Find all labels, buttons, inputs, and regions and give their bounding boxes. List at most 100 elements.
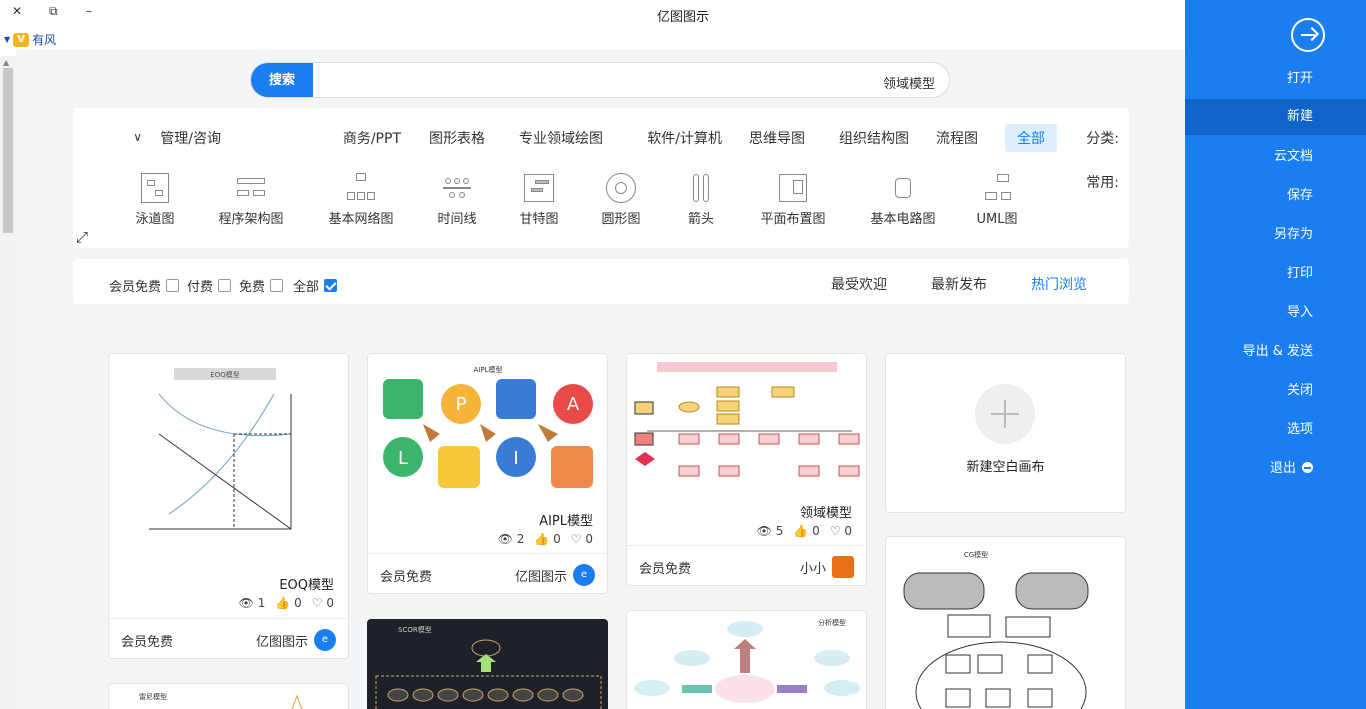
app-window: 亿图图示 ✕ ⧉ – ▼ V 有风 ▲ 搜索 领域模型 分类: 全部 流程图 组…	[0, 0, 1366, 709]
close-icon[interactable]: ✕	[12, 4, 22, 18]
category-business-ppt[interactable]: 商务/PPT	[343, 128, 401, 148]
exit-icon	[1302, 462, 1313, 473]
common-item-circle[interactable]: 圆形图	[581, 172, 661, 227]
eye-icon: 👁	[756, 524, 772, 538]
window-title: 亿图图示	[656, 10, 709, 25]
sidebar-item-open[interactable]: 打开	[1185, 61, 1366, 97]
template-thumbnail: AIPL模型 A P I L	[368, 354, 607, 504]
chevron-down-icon[interactable]: ∨	[133, 130, 142, 144]
sidebar-item-cloud[interactable]: 云文档	[1185, 139, 1366, 175]
favs-stat[interactable]: ♡ 0	[312, 596, 334, 610]
card-footer: 会员免费 小小	[627, 545, 866, 585]
sidebar-item-options[interactable]: 选项	[1185, 412, 1366, 448]
checkbox-icon[interactable]	[218, 279, 232, 292]
checkbox-checked-icon[interactable]	[324, 279, 338, 292]
filter-paid[interactable]: 付费	[187, 276, 232, 295]
template-card[interactable]: 领域模型 👁 5 👍 0 ♡ 0 会员免费 小小	[626, 353, 867, 586]
sidebar-item-import[interactable]: 导入	[1185, 295, 1366, 331]
template-card[interactable]: CG模型	[885, 536, 1126, 709]
category-all[interactable]: 全部	[1005, 124, 1057, 152]
sidebar-item-label: 退出	[1269, 461, 1296, 476]
circuit-icon	[887, 172, 919, 204]
sidebar-item-print[interactable]: 打印	[1185, 256, 1366, 292]
likes-stat[interactable]: 👍 0	[534, 532, 560, 546]
svg-text:雷尼模型: 雷尼模型	[139, 692, 167, 701]
vertical-scrollbar[interactable]: ▲	[0, 56, 16, 709]
category-software[interactable]: 软件/计算机	[647, 128, 722, 148]
sidebar-item-close[interactable]: 关闭	[1185, 373, 1366, 409]
tab-popular[interactable]: 最受欢迎	[831, 274, 887, 294]
scrollbar-thumb[interactable]	[3, 68, 13, 233]
tab-latest[interactable]: 最新发布	[931, 274, 987, 294]
restore-icon[interactable]: ⧉	[49, 4, 58, 19]
checkbox-icon[interactable]	[166, 279, 180, 292]
sidebar-item-save[interactable]: 保存	[1185, 178, 1366, 214]
likes-stat[interactable]: 👍 0	[793, 524, 819, 538]
minimize-icon[interactable]: –	[86, 4, 92, 18]
card-footer: 会员免费 亿图图示 e	[368, 553, 607, 593]
tab-hot[interactable]: 热门浏览	[1031, 274, 1087, 294]
checkbox-icon[interactable]	[270, 279, 284, 292]
svg-text:A: A	[567, 394, 580, 415]
common-item-floorplan[interactable]: 平面布置图	[753, 172, 833, 227]
author[interactable]: 小小	[800, 556, 854, 578]
filter-member-free[interactable]: 会员免费	[109, 276, 180, 295]
template-title: 领域模型	[799, 506, 852, 521]
common-item-swimlane[interactable]: 泳道图	[115, 172, 195, 227]
search-bar: 搜索 领域模型	[250, 62, 950, 98]
category-management[interactable]: 管理/咨询	[160, 128, 221, 148]
category-mind-map[interactable]: 思维导图	[749, 128, 805, 148]
template-card[interactable]: AIPL模型 A P I L AIPL模型 👁 2 👍 0 ♡ 0 会员免费 亿…	[367, 353, 608, 594]
search-input[interactable]: 领域模型	[883, 73, 935, 92]
thumbs-up-icon: 👍	[275, 596, 291, 610]
sidebar-item-export[interactable]: 导出 & 发送	[1185, 334, 1366, 370]
common-item-label: 平面布置图	[760, 212, 826, 227]
swimlane-icon	[139, 172, 171, 204]
category-graphic-tables[interactable]: 图形表格	[429, 128, 485, 148]
expand-icon[interactable]: ⤢	[76, 228, 88, 246]
new-canvas-card[interactable]: 新建空白画布	[885, 353, 1126, 513]
sidebar-item-save-as[interactable]: 另存为	[1185, 217, 1366, 253]
common-item-label: 甘特图	[519, 212, 559, 227]
template-card[interactable]: SCOR模型	[367, 619, 608, 709]
heart-icon: ♡	[829, 524, 841, 538]
sidebar-item-exit[interactable]: 退出	[1185, 451, 1366, 487]
back-arrow-icon[interactable]	[1291, 18, 1325, 52]
svg-text:P: P	[456, 394, 467, 415]
author[interactable]: 亿图图示 e	[256, 629, 336, 651]
filter-all[interactable]: 全部	[293, 276, 338, 295]
brand-label: 有风	[32, 33, 57, 47]
common-item-arrow[interactable]: 箭头	[661, 172, 741, 227]
common-item-architecture[interactable]: 程序架构图	[211, 172, 291, 227]
template-card[interactable]: 雷尼模型	[108, 683, 349, 709]
cg-model-diagram: CG模型	[903, 550, 1089, 709]
author[interactable]: 亿图图示 e	[515, 564, 595, 586]
brand-menu[interactable]: ▼ V 有风	[4, 31, 56, 48]
new-canvas-label: 新建空白画布	[966, 460, 1045, 475]
category-flowchart[interactable]: 流程图	[936, 128, 978, 148]
search-button[interactable]: 搜索	[251, 63, 313, 97]
filter-free[interactable]: 免费	[239, 276, 284, 295]
timeline-icon	[441, 172, 473, 204]
category-org-chart[interactable]: 组织结构图	[839, 128, 909, 148]
common-item-timeline[interactable]: 时间线	[417, 172, 497, 227]
common-item-gantt[interactable]: 甘特图	[499, 172, 579, 227]
price-label: 会员免费	[639, 562, 692, 577]
template-card[interactable]: EOQ模型 EOQ模型 👁 1 👍 0 ♡ 0 会员免费 亿图图示 e	[108, 353, 349, 659]
scroll-up-icon[interactable]: ▲	[3, 58, 9, 67]
favs-stat[interactable]: ♡ 0	[830, 524, 852, 538]
template-card[interactable]: 分析模型	[626, 610, 867, 709]
sidebar-item-new[interactable]: 新建	[1185, 99, 1366, 135]
favs-stat[interactable]: ♡ 0	[571, 532, 593, 546]
scor-model-diagram: SCOR模型	[375, 625, 602, 709]
category-professional[interactable]: 专业领域绘图	[519, 128, 603, 148]
thumbs-up-icon: 👍	[793, 524, 809, 538]
likes-stat[interactable]: 👍 0	[275, 596, 301, 610]
arrow-icon	[685, 172, 717, 204]
common-item-circuit[interactable]: 基本电路图	[863, 172, 943, 227]
common-item-network[interactable]: 基本网络图	[321, 172, 401, 227]
brand-logo: V	[13, 32, 30, 47]
common-item-uml[interactable]: UML图	[957, 172, 1037, 227]
plus-icon[interactable]	[975, 384, 1035, 444]
filter-label: 会员免费	[109, 280, 162, 295]
